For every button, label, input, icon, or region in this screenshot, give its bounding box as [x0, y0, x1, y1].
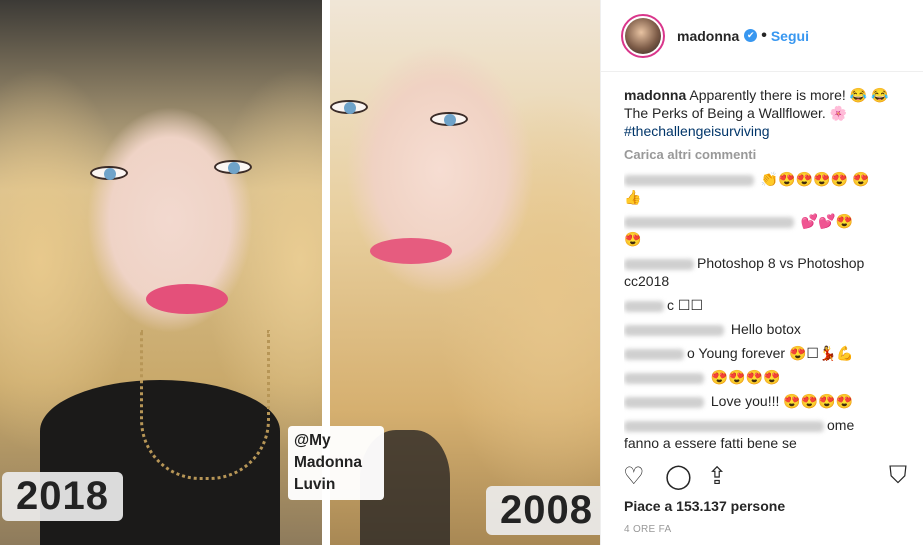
comment-row: 😍😍😍😍♡: [624, 368, 902, 386]
caption-hashtag[interactable]: #thechallengeisurviving: [624, 123, 770, 139]
follow-button[interactable]: Segui: [771, 28, 809, 44]
tag-line-2: Madonna: [294, 454, 363, 471]
comment-row: ome fanno a essere fatti bene se♡: [624, 416, 902, 452]
share-icon[interactable]: ⇪: [707, 462, 727, 491]
left-eye-shape: [90, 166, 128, 180]
post-photo[interactable]: 2018 2008 @My Madonna Luvin: [0, 0, 600, 545]
blurred-username[interactable]: [624, 216, 794, 228]
comment-text: Love you!!! 😍😍😍😍: [707, 393, 853, 409]
bookmark-icon[interactable]: ⛉: [889, 462, 907, 490]
blurred-username[interactable]: [624, 420, 824, 432]
comment-row: c ☐☐♡: [624, 296, 902, 314]
left-eye-shape: [330, 100, 368, 114]
photo-panel-2018: [0, 0, 322, 545]
comment-icon[interactable]: ◯: [665, 462, 692, 491]
blurred-username[interactable]: [624, 348, 684, 360]
separator-dot: •: [761, 26, 767, 44]
likes-count[interactable]: Piace a 153.137 persone: [624, 498, 785, 514]
comment-row: 👏😍😍😍😍 😍👍♡: [624, 170, 902, 206]
comment-row: Photoshop 8 vs Photoshop cc2018♡: [624, 254, 902, 290]
lips-shape: [370, 238, 452, 264]
post-header: madonna ✔ • Segui: [601, 0, 923, 72]
comment-row: o Young forever 😍☐💃💪♡: [624, 344, 902, 362]
verified-badge-icon: ✔: [744, 29, 758, 42]
load-more-comments-button[interactable]: Carica altri commenti: [624, 146, 902, 164]
comment-text: o Young forever 😍☐💃💪: [687, 345, 854, 361]
post-sidebar: madonna ✔ • Segui madonna Apparently the…: [600, 0, 923, 545]
comment-text: Hello botox: [727, 321, 801, 337]
post-timestamp: 4 ORE FA: [624, 524, 672, 535]
comment-rows: 👏😍😍😍😍 😍👍♡ 💕💕😍 😍♡ Photoshop 8 vs Photoshop…: [624, 170, 902, 452]
comment-text: c ☐☐: [667, 297, 703, 313]
comment-text: 😍😍😍😍: [707, 369, 781, 385]
caption: madonna Apparently there is more! 😂 😂 Th…: [624, 86, 902, 140]
comment-row: 💕💕😍 😍♡: [624, 212, 902, 248]
avatar[interactable]: [621, 13, 665, 58]
necklace-shape: [140, 330, 270, 480]
right-eye-shape: [214, 160, 252, 174]
blurred-username[interactable]: [624, 324, 724, 336]
heart-icon[interactable]: ♡: [623, 462, 645, 491]
avatar-image: [625, 17, 661, 54]
tag-line-3: Luvin: [294, 476, 336, 493]
blurred-username[interactable]: [624, 396, 704, 408]
year-label-right: 2008: [486, 486, 600, 535]
blurred-username[interactable]: [624, 300, 664, 312]
watermark-tag: @My Madonna Luvin: [288, 426, 384, 500]
comments-list: madonna Apparently there is more! 😂 😂 Th…: [624, 86, 902, 456]
right-eye-shape: [430, 112, 468, 126]
header-username[interactable]: madonna: [677, 28, 739, 44]
blurred-username[interactable]: [624, 174, 754, 186]
blurred-username[interactable]: [624, 258, 694, 270]
year-label-left: 2018: [2, 472, 123, 521]
caption-username[interactable]: madonna: [624, 87, 686, 103]
comment-row: Hello botox♡: [624, 320, 902, 338]
action-bar: ♡ ◯ ⇪ ⛉: [623, 462, 913, 492]
comment-row: Love you!!! 😍😍😍😍♡: [624, 392, 902, 410]
lips-shape: [146, 284, 228, 314]
tag-line-1: @My: [294, 432, 331, 449]
blurred-username[interactable]: [624, 372, 704, 384]
